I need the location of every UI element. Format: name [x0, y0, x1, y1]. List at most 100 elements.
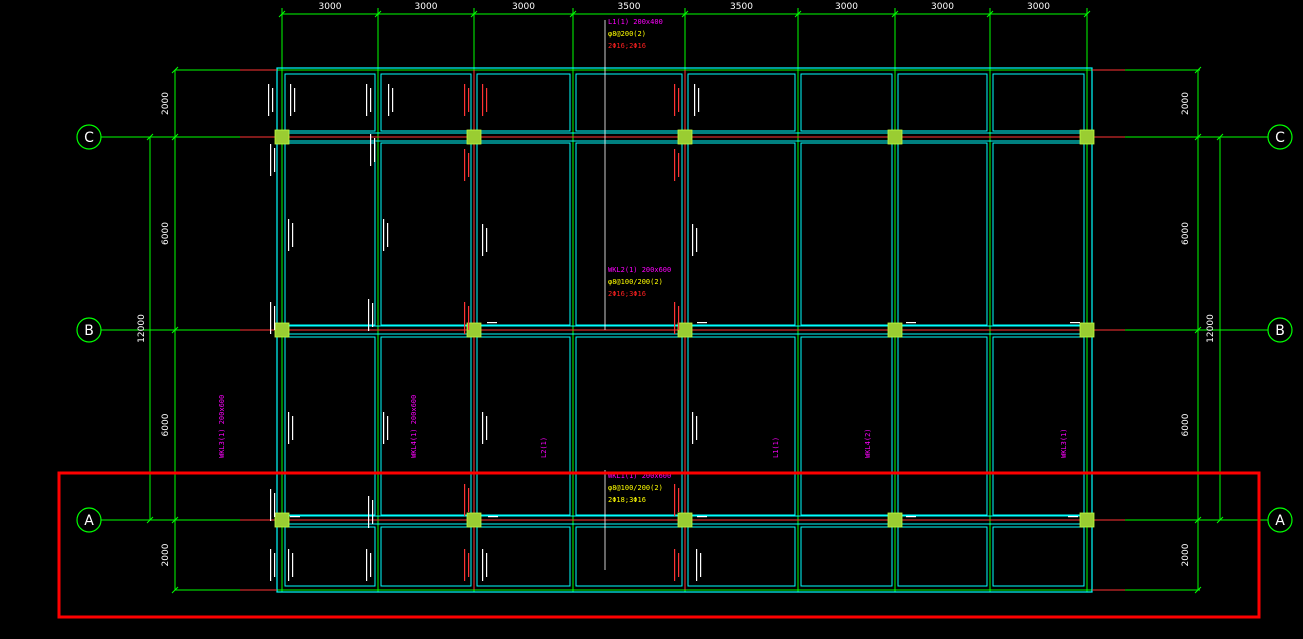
reinforcement-mark-horizontal [906, 516, 916, 518]
axis-label-left: A [84, 513, 94, 529]
slab-panel [284, 526, 376, 587]
reinforcement-mark [366, 549, 372, 581]
dimension-text-top: 3000 [931, 2, 954, 12]
reinforcement-mark-stroke [374, 138, 376, 162]
reinforcement-mark-stroke [482, 549, 484, 581]
reinforcement-mark-stroke [372, 303, 374, 327]
reinforcement-mark-horizontal [290, 516, 300, 518]
slab-panel [687, 526, 796, 587]
reinforcement-mark-stroke [272, 88, 274, 112]
dimension-text-overall-left: 12000 [137, 314, 147, 343]
dimension-text-top: 3000 [319, 2, 342, 12]
reinforcement-mark-stroke [366, 84, 368, 116]
reinforcement-mark [288, 412, 294, 444]
reinforcement-mark-stroke [274, 553, 276, 577]
dimension-text-right: 6000 [1181, 222, 1191, 245]
beam-annotation: WKL3(1) 200x600 [218, 395, 226, 458]
slab-panel [476, 336, 571, 516]
reinforcement-mark [482, 224, 488, 256]
reinforcement-mark-stroke [288, 549, 290, 581]
reinforcement-mark-horizontal [697, 322, 707, 324]
slab-panel [800, 142, 893, 326]
dimensions: 3000 3000 3000 3500 3500 3000 3000 3000 2000 6000… [137, 2, 1224, 594]
reinforcement-mark [482, 412, 488, 444]
reinforcement-mark-stroke [464, 84, 466, 116]
slab-panel [476, 73, 571, 132]
column [887, 322, 903, 338]
reinforcement-mark-stroke [678, 553, 680, 577]
beam-annotation: L1(1) [772, 437, 780, 458]
column [1079, 322, 1095, 338]
dimension-text-overall-right: 12000 [1206, 314, 1216, 343]
reinforcement-mark [270, 489, 276, 521]
dimension-text-left: 6000 [161, 413, 171, 436]
reinforcement-mark-horizontal [1070, 322, 1080, 324]
reinforcement-mark [368, 496, 374, 528]
slab-panel [284, 142, 376, 326]
reinforcement-mark-stroke [388, 84, 390, 116]
beam-annotation: WKL2(1) 200x600 [608, 266, 671, 274]
reinforcement-mark [692, 224, 698, 256]
reinforcement-mark-stroke [486, 553, 488, 577]
reinforcement-mark-stroke [270, 144, 272, 176]
reinforcement-mark-stroke [368, 496, 370, 528]
reinforcement-mark-stroke [468, 306, 470, 330]
reinforcement-mark-stroke [692, 224, 694, 256]
grid-lines [100, 8, 1268, 592]
reinforcement-mark [288, 219, 294, 251]
reinforcement-mark [674, 549, 680, 581]
selection-highlight-box [57, 471, 1261, 619]
reinforcement-mark-stroke [464, 149, 466, 181]
slab-panel [284, 336, 376, 516]
reinforcement-mark-stroke [392, 88, 394, 112]
slab-panel [687, 336, 796, 516]
reinforcement-mark-horizontal [488, 516, 498, 518]
column [274, 322, 290, 338]
dimension-text-top: 3500 [618, 2, 641, 12]
reinforcement-mark [674, 149, 680, 181]
reinforcement-mark-stroke [372, 500, 374, 524]
reinforcement-mark-stroke [692, 412, 694, 444]
reinforcement-mark-stroke [694, 84, 696, 116]
reinforcement-mark-stroke [464, 484, 466, 516]
dimension-text-left: 2000 [161, 92, 171, 115]
reinforcement-mark-stroke [678, 488, 680, 512]
beam-annotation: WKL3(1) [1060, 428, 1068, 458]
reinforcement-mark-stroke [674, 549, 676, 581]
reinforcement-mark-stroke [387, 416, 389, 440]
axis-label-right: A [1275, 513, 1285, 529]
slab-panel [380, 142, 472, 326]
dimension-text-left: 6000 [161, 222, 171, 245]
reinforcement-mark [383, 219, 389, 251]
beam-annotation: φ8@100/200(2) [608, 278, 663, 286]
reinforcement-mark-stroke [468, 553, 470, 577]
reinforcement-mark [290, 84, 296, 116]
reinforcement-mark-stroke [274, 148, 276, 172]
beam-annotation: 2Φ16;3Φ16 [608, 290, 646, 298]
reinforcement-mark-horizontal [906, 322, 916, 324]
reinforcement-mark-stroke [674, 302, 676, 334]
reinforcement-mark-stroke [482, 84, 484, 116]
beam-annotation: L1(1) 200x400 [608, 18, 663, 26]
column [1079, 512, 1095, 528]
dimension-text-top: 3000 [835, 2, 858, 12]
reinforcement-mark-stroke [366, 549, 368, 581]
axis-label-right: B [1275, 323, 1285, 339]
reinforcement-mark-stroke [696, 549, 698, 581]
beam-small-notes [268, 84, 1080, 581]
reinforcement-mark-stroke [383, 219, 385, 251]
reinforcement-mark [674, 302, 680, 334]
reinforcement-mark-stroke [464, 302, 466, 334]
reinforcement-mark-stroke [270, 302, 272, 334]
beam-annotation: φ8@200(2) [608, 30, 646, 38]
reinforcement-mark-stroke [292, 223, 294, 247]
slab-panel [897, 526, 988, 587]
slab-panel [992, 142, 1085, 326]
axis-label-left: C [84, 130, 94, 146]
column [677, 512, 693, 528]
beam-annotation: 2Φ18;3Φ16 [608, 496, 646, 504]
reinforcement-mark [464, 484, 470, 516]
column [466, 512, 482, 528]
reinforcement-mark-stroke [370, 134, 372, 166]
reinforcement-mark [366, 84, 372, 116]
